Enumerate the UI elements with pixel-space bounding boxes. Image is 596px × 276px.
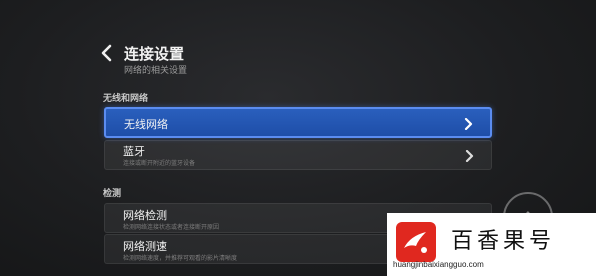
list-item-wifi[interactable]: 无线网络 — [104, 107, 492, 138]
brand-name: 百香果号 — [451, 229, 556, 254]
chevron-right-icon — [464, 117, 474, 131]
brand-logo-icon — [396, 222, 436, 262]
section-label-wireless: 无线和网络 — [103, 94, 149, 104]
item-description: 检测网络连接状态或者连接断开原因 — [123, 224, 220, 231]
item-label: 网络检测 — [123, 209, 167, 222]
page-subtitle: 网络的相关设置 — [124, 66, 188, 76]
chevron-right-icon — [465, 149, 475, 163]
section-label-detection: 检测 — [103, 189, 122, 199]
brand-url: huangjinbaixiangguo.com — [393, 260, 484, 269]
item-description: 连接或断开附近的蓝牙设备 — [123, 160, 196, 167]
chevron-left-icon[interactable] — [100, 44, 116, 64]
item-description: 检测网络速度，并推荐可观看的影片清晰度 — [123, 255, 238, 262]
settings-screen: 连接设置 网络的相关设置 无线和网络 无线网络 蓝牙 连接或断开附近的蓝牙设备 … — [0, 0, 596, 276]
page-title: 连接设置 — [124, 45, 185, 63]
item-label: 蓝牙 — [123, 145, 145, 158]
item-label: 网络测速 — [123, 240, 167, 253]
item-label: 无线网络 — [124, 118, 168, 131]
list-item-bluetooth[interactable]: 蓝牙 连接或断开附近的蓝牙设备 — [104, 140, 492, 170]
watermark-brand: 百香果号 huangjinbaixiangguo.com — [387, 213, 596, 276]
